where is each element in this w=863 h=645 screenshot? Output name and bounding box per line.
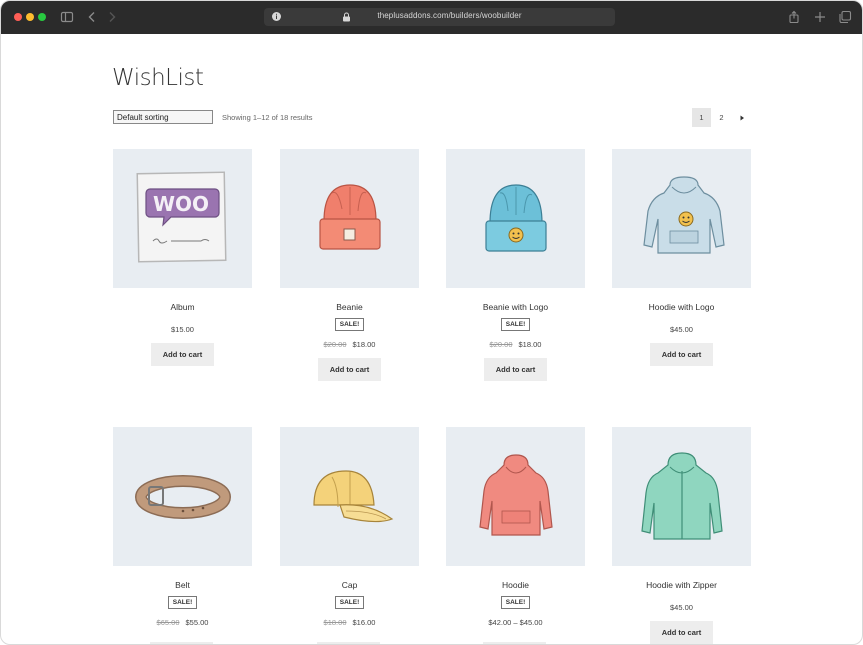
old-price: $20.00 xyxy=(323,340,347,349)
sale-badge: SALE! xyxy=(168,596,197,609)
current-price: $18.00 xyxy=(518,340,542,349)
product-name[interactable]: Hoodie xyxy=(446,580,585,590)
add-to-cart-button[interactable]: Add to cart xyxy=(318,358,381,381)
product-image[interactable] xyxy=(612,427,751,566)
close-window-button[interactable] xyxy=(14,13,22,21)
product-name[interactable]: Hoodie with Logo xyxy=(612,302,751,312)
hoodie-zipper-image xyxy=(641,452,723,540)
page-1-button[interactable]: 1 xyxy=(692,108,711,127)
url-text: theplusaddons.com/builders/woobuilder xyxy=(377,11,522,20)
add-to-cart-button[interactable]: Add to cart xyxy=(151,343,214,366)
minimize-window-button[interactable] xyxy=(26,13,34,21)
product-name[interactable]: Hoodie with Zipper xyxy=(612,580,751,590)
result-count: Showing 1–12 of 18 results xyxy=(222,113,313,122)
current-price: $15.00 xyxy=(171,325,194,334)
next-page-button[interactable] xyxy=(732,108,751,127)
page-2-button[interactable]: 2 xyxy=(712,108,731,127)
product-price: $20.00 $18.00 xyxy=(446,340,585,349)
add-to-cart-button[interactable]: Add to cart xyxy=(650,621,713,644)
product-card: Hoodie with Logo $45.00 Add to cart xyxy=(612,149,751,366)
product-image[interactable]: WOO xyxy=(113,149,252,288)
product-name[interactable]: Beanie with Logo xyxy=(446,302,585,312)
product-image[interactable] xyxy=(612,149,751,288)
current-price: $18.00 xyxy=(352,340,376,349)
product-image[interactable] xyxy=(113,427,252,566)
product-price: $42.00 – $45.00 xyxy=(446,618,585,627)
product-image[interactable] xyxy=(280,427,419,566)
product-price: $65.00 $55.00 xyxy=(113,618,252,627)
old-price: $18.00 xyxy=(323,618,347,627)
hoodie-red-image xyxy=(479,454,553,536)
product-card: Belt SALE! $65.00 $55.00 xyxy=(113,427,252,627)
address-bar[interactable]: theplusaddons.com/builders/woobuilder xyxy=(264,8,615,26)
beanie-blue-image xyxy=(485,184,547,252)
product-card: Beanie with Logo SALE! $20.00 $18.00 Add … xyxy=(446,149,585,381)
sale-badge: SALE! xyxy=(335,596,364,609)
product-card: Beanie SALE! $20.00 $18.00 Add to cart xyxy=(280,149,419,381)
sale-badge: SALE! xyxy=(501,596,530,609)
product-price: $18.00 $16.00 xyxy=(280,618,419,627)
product-image[interactable] xyxy=(280,149,419,288)
back-arrow-icon[interactable] xyxy=(85,10,99,24)
product-price: $15.00 xyxy=(113,325,252,334)
product-card: Hoodie with Zipper $45.00 Add to cart xyxy=(612,427,751,644)
hoodie-logo-image xyxy=(643,176,725,254)
browser-window: theplusaddons.com/builders/woobuilder Wi… xyxy=(0,0,863,645)
current-price: $45.00 xyxy=(670,603,693,612)
product-price: $45.00 xyxy=(612,325,751,334)
zoom-window-button[interactable] xyxy=(38,13,46,21)
product-card: Cap SALE! $18.00 $16.00 xyxy=(280,427,419,627)
add-to-cart-button[interactable]: Add to cart xyxy=(650,343,713,366)
new-tab-icon[interactable] xyxy=(813,10,827,24)
sale-badge: SALE! xyxy=(501,318,530,331)
current-price: $55.00 xyxy=(185,618,209,627)
add-to-cart-button[interactable]: Add to cart xyxy=(484,358,547,381)
page-title: WishList xyxy=(112,65,204,91)
sale-badge: SALE! xyxy=(335,318,364,331)
pagination: 1 2 xyxy=(692,108,752,127)
share-icon[interactable] xyxy=(787,10,801,24)
product-name[interactable]: Cap xyxy=(280,580,419,590)
sorting-select[interactable]: Default sorting xyxy=(113,110,213,124)
product-image[interactable] xyxy=(446,427,585,566)
woo-album-image: WOO xyxy=(136,171,227,263)
belt-image xyxy=(135,475,231,519)
product-name[interactable]: Album xyxy=(113,302,252,312)
product-price: $45.00 xyxy=(612,603,751,612)
current-price: $16.00 xyxy=(352,618,376,627)
forward-arrow-icon[interactable] xyxy=(105,10,119,24)
tab-overview-icon[interactable] xyxy=(838,10,852,24)
product-name[interactable]: Beanie xyxy=(280,302,419,312)
product-card: WOO Album $15.00 Add to cart xyxy=(113,149,252,366)
current-price: $42.00 – $45.00 xyxy=(488,618,543,627)
beanie-orange-image xyxy=(319,184,381,250)
product-card: Hoodie SALE! $42.00 – $45.00 xyxy=(446,427,585,627)
cap-image xyxy=(313,470,394,523)
old-price: $65.00 xyxy=(156,618,180,627)
svg-text:WOO: WOO xyxy=(153,192,209,216)
product-image[interactable] xyxy=(446,149,585,288)
sidebar-toggle-icon[interactable] xyxy=(60,10,74,24)
next-arrow-icon xyxy=(740,115,744,120)
product-price: $20.00 $18.00 xyxy=(280,340,419,349)
product-name[interactable]: Belt xyxy=(113,580,252,590)
current-price: $45.00 xyxy=(670,325,693,334)
browser-toolbar: theplusaddons.com/builders/woobuilder xyxy=(1,1,862,34)
old-price: $20.00 xyxy=(489,340,513,349)
